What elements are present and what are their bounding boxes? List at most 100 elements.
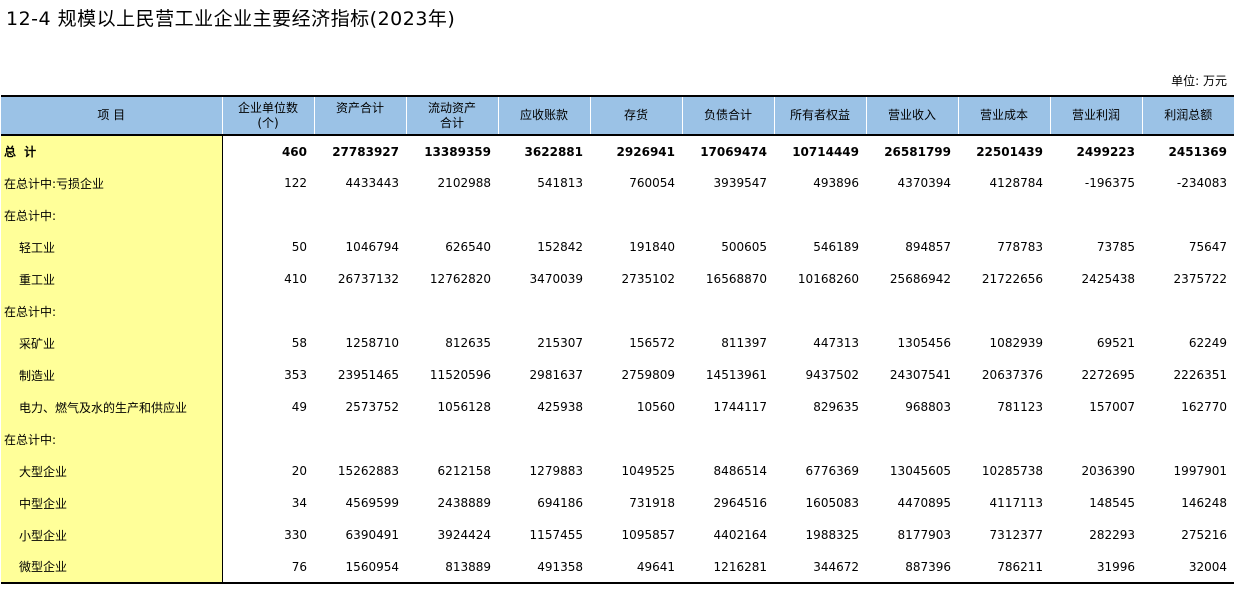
table-cell: 813889 [406,551,498,584]
table-cell [774,199,866,231]
table-cell: 10714449 [792,144,859,159]
table-cell [498,199,590,231]
table-cell: 26737132 [337,272,399,286]
table-cell: 760054 [629,176,675,190]
table-cell: 1216281 [682,551,774,584]
table-cell: 17069474 [700,144,767,159]
row-label: 总 计 [1,135,223,167]
row-label: 微型企业 [1,551,223,584]
table-cell: 812635 [445,336,491,350]
table-cell: 34 [291,496,307,510]
table-cell: 15262883 [337,464,399,478]
table-cell: 410 [284,272,307,286]
table-cell [1050,295,1142,327]
table-cell: 887396 [866,551,958,584]
row-label: 轻工业 [1,231,223,263]
row-label: 在总计中: [1,199,223,231]
table-cell [1142,423,1234,455]
col-header-total-profit: 利润总额 [1141,95,1234,136]
table-cell [590,423,682,455]
row-label: 小型企业 [1,519,223,551]
table-cell [222,295,314,327]
table-cell: 4402164 [713,528,767,542]
table-cell: 27783927 [332,144,399,159]
table-cell: 14513961 [705,368,767,382]
table-cell: 786211 [958,551,1050,584]
table-cell: 447313 [813,336,859,350]
table-cell [1050,199,1142,231]
table-cell: 146248 [1181,496,1227,510]
table-cell [498,295,590,327]
table-cell: 2499223 [1076,144,1135,159]
table-cell: 8177903 [897,528,951,542]
table-cell: 500605 [721,240,767,254]
table-cell: 1258710 [345,336,399,350]
table-cell: 275216 [1181,528,1227,542]
table-cell: 6776369 [805,464,859,478]
table-cell: 3470039 [529,272,583,286]
table-cell [682,295,774,327]
table-cell: 8486514 [713,464,767,478]
table-cell: 191840 [629,240,675,254]
table-cell [498,423,590,455]
table-cell: 1997901 [1173,464,1227,478]
table-cell: 829635 [813,400,859,414]
table-cell [682,199,774,231]
table-cell [222,423,314,455]
table-cell: 1988325 [805,528,859,542]
table-row: 采矿业 58 1258710 812635 215307 156572 811397 4473… [1,327,1234,359]
table-cell: -196375 [1084,176,1135,190]
table-cell: 16568870 [705,272,767,286]
table-row: 微型企业 76 1560954 813889 491358 49641 1216281 344… [1,551,1234,584]
table-cell [1050,423,1142,455]
table-cell: 626540 [445,240,491,254]
table-cell [866,295,958,327]
table-cell [590,199,682,231]
row-label: 重工业 [1,263,223,295]
table-cell: 330 [284,528,307,542]
col-header-operating-profit: 营业利润 [1049,95,1142,136]
col-header-receivables: 应收账款 [497,95,590,136]
col-header-current-assets: 流动资产 合计 [405,95,498,136]
table-cell [866,199,958,231]
table-cell: 353 [284,368,307,382]
table-cell: 2102988 [437,176,491,190]
table-cell: 460 [281,144,307,159]
table-cell: 22501439 [976,144,1043,159]
col-header-operating-revenue: 营业收入 [865,95,958,136]
table-cell: 2981637 [529,368,583,382]
table-cell [774,295,866,327]
table-cell [406,423,498,455]
table-cell [1142,295,1234,327]
table-cell: 24307541 [889,368,951,382]
table-cell: 1305456 [897,336,951,350]
row-label: 在总计中: [1,295,223,327]
table-cell: 49 [291,400,307,414]
table-cell: 69521 [1096,336,1135,350]
table-cell: 546189 [813,240,859,254]
row-label: 电力、燃气及水的生产和供应业 [1,391,223,423]
unit-label: 单位: 万元 [1171,74,1227,88]
table-cell: 10168260 [797,272,859,286]
table-cell: 2759809 [621,368,675,382]
table-cell: 2226351 [1173,368,1227,382]
table-cell: 4569599 [345,496,399,510]
table-cell: 157007 [1089,400,1135,414]
col-header-inventory: 存货 [589,95,682,136]
row-label: 在总计中:亏损企业 [1,167,223,199]
table-cell: 162770 [1181,400,1227,414]
table-cell: 968803 [905,400,951,414]
table-cell [958,199,1050,231]
table-cell: 1082939 [989,336,1043,350]
table-row: 总 计 460 27783927 13389359 3622881 2926941 1706… [1,135,1234,167]
table-cell: 731918 [629,496,675,510]
table-cell: 50 [291,240,307,254]
table-cell: 9437502 [805,368,859,382]
table-cell: 2451369 [1168,144,1227,159]
table-cell [222,199,314,231]
table-cell: 75647 [1188,240,1227,254]
table-cell: 541813 [537,176,583,190]
table-cell: 2573752 [345,400,399,414]
col-header-operating-cost: 营业成本 [957,95,1050,136]
table-cell: 2735102 [621,272,675,286]
